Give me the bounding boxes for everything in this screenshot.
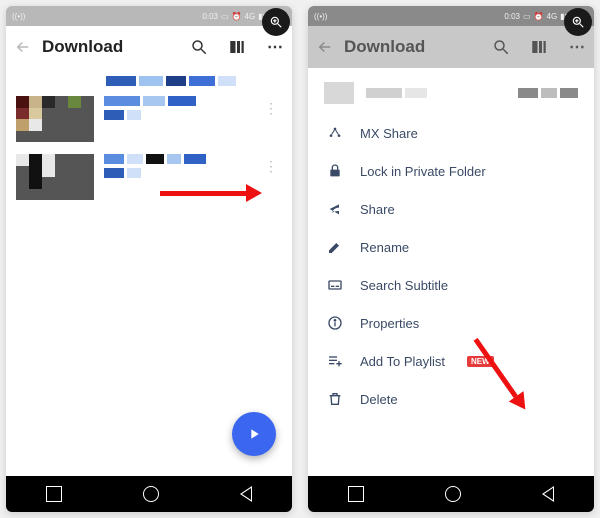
search-icon[interactable] xyxy=(190,38,208,56)
menu-mx-share[interactable]: MX Share xyxy=(308,114,594,152)
list-item[interactable]: ⋮ xyxy=(6,148,292,206)
nav-home-icon[interactable] xyxy=(143,486,159,502)
menu-label: Properties xyxy=(360,316,419,331)
pencil-icon xyxy=(326,238,344,256)
sheet-header xyxy=(308,68,594,114)
menu-add-playlist[interactable]: Add To Playlist NEW xyxy=(308,342,594,380)
menu-label: Rename xyxy=(360,240,409,255)
signal-icon: 4G xyxy=(547,12,558,21)
back-icon[interactable] xyxy=(316,38,334,56)
nav-recent-icon[interactable] xyxy=(46,486,62,502)
view-mode-icon[interactable] xyxy=(530,38,548,56)
share-icon xyxy=(326,200,344,218)
video-thumbnail xyxy=(16,154,94,200)
status-time: 0:03 xyxy=(504,12,520,21)
mx-share-icon xyxy=(326,124,344,142)
status-bar: ((•)) 0:03 ▭ ⏰ 4G ▮▮ 82% xyxy=(308,6,594,26)
video-meta xyxy=(104,154,250,178)
app-bar: Download ⋯ xyxy=(6,26,292,68)
menu-label: MX Share xyxy=(360,126,418,141)
phone-right: ((•)) 0:03 ▭ ⏰ 4G ▮▮ 82% Download ⋯ xyxy=(308,6,594,512)
subtitle-icon xyxy=(326,276,344,294)
list-item[interactable]: ⋮ xyxy=(6,90,292,148)
cast-icon: ▭ xyxy=(221,12,229,21)
magnify-icon[interactable] xyxy=(564,8,592,36)
lock-icon xyxy=(326,162,344,180)
nav-recent-icon[interactable] xyxy=(348,486,364,502)
item-menu-icon[interactable]: ⋮ xyxy=(260,96,282,121)
menu-share[interactable]: Share xyxy=(308,190,594,228)
menu-label: Share xyxy=(360,202,395,217)
alarm-icon: ⏰ xyxy=(534,12,544,21)
play-fab[interactable] xyxy=(232,412,276,456)
phone-left: ((•)) 0:03 ▭ ⏰ 4G ▮▮ 82% Download ⋯ xyxy=(6,6,292,512)
status-bar: ((•)) 0:03 ▭ ⏰ 4G ▮▮ 82% xyxy=(6,6,292,26)
back-icon[interactable] xyxy=(14,38,32,56)
view-mode-icon[interactable] xyxy=(228,38,246,56)
app-bar: Download ⋯ xyxy=(308,26,594,68)
hotspot-icon: ((•)) xyxy=(314,12,327,21)
android-nav-bar xyxy=(6,476,292,512)
playlist-add-icon xyxy=(326,352,344,370)
trash-icon xyxy=(326,390,344,408)
menu-search-subtitle[interactable]: Search Subtitle xyxy=(308,266,594,304)
page-title: Download xyxy=(344,37,472,57)
info-icon xyxy=(326,314,344,332)
nav-back-icon[interactable] xyxy=(542,486,554,502)
sheet-thumbnail xyxy=(324,82,354,104)
hotspot-icon: ((•)) xyxy=(12,12,25,21)
new-badge: NEW xyxy=(467,356,494,367)
magnify-icon[interactable] xyxy=(262,8,290,36)
menu-label: Add To Playlist xyxy=(360,354,445,369)
file-list: ⋮ ⋮ xyxy=(6,68,292,476)
alarm-icon: ⏰ xyxy=(232,12,242,21)
action-sheet: MX Share Lock in Private Folder Share Re… xyxy=(308,68,594,476)
context-menu: MX Share Lock in Private Folder Share Re… xyxy=(308,114,594,418)
more-icon[interactable]: ⋯ xyxy=(568,38,586,56)
search-icon[interactable] xyxy=(492,38,510,56)
menu-label: Lock in Private Folder xyxy=(360,164,486,179)
video-thumbnail xyxy=(16,96,94,142)
menu-lock-private[interactable]: Lock in Private Folder xyxy=(308,152,594,190)
menu-properties[interactable]: Properties xyxy=(308,304,594,342)
menu-label: Delete xyxy=(360,392,398,407)
cast-icon: ▭ xyxy=(523,12,531,21)
nav-back-icon[interactable] xyxy=(240,486,252,502)
android-nav-bar xyxy=(308,476,594,512)
item-menu-icon[interactable]: ⋮ xyxy=(260,154,282,179)
more-icon[interactable]: ⋯ xyxy=(266,38,284,56)
nav-home-icon[interactable] xyxy=(445,486,461,502)
status-time: 0:03 xyxy=(202,12,218,21)
menu-delete[interactable]: Delete xyxy=(308,380,594,418)
menu-label: Search Subtitle xyxy=(360,278,448,293)
page-title: Download xyxy=(42,37,170,57)
video-meta xyxy=(104,96,250,120)
signal-icon: 4G xyxy=(245,12,256,21)
menu-rename[interactable]: Rename xyxy=(308,228,594,266)
